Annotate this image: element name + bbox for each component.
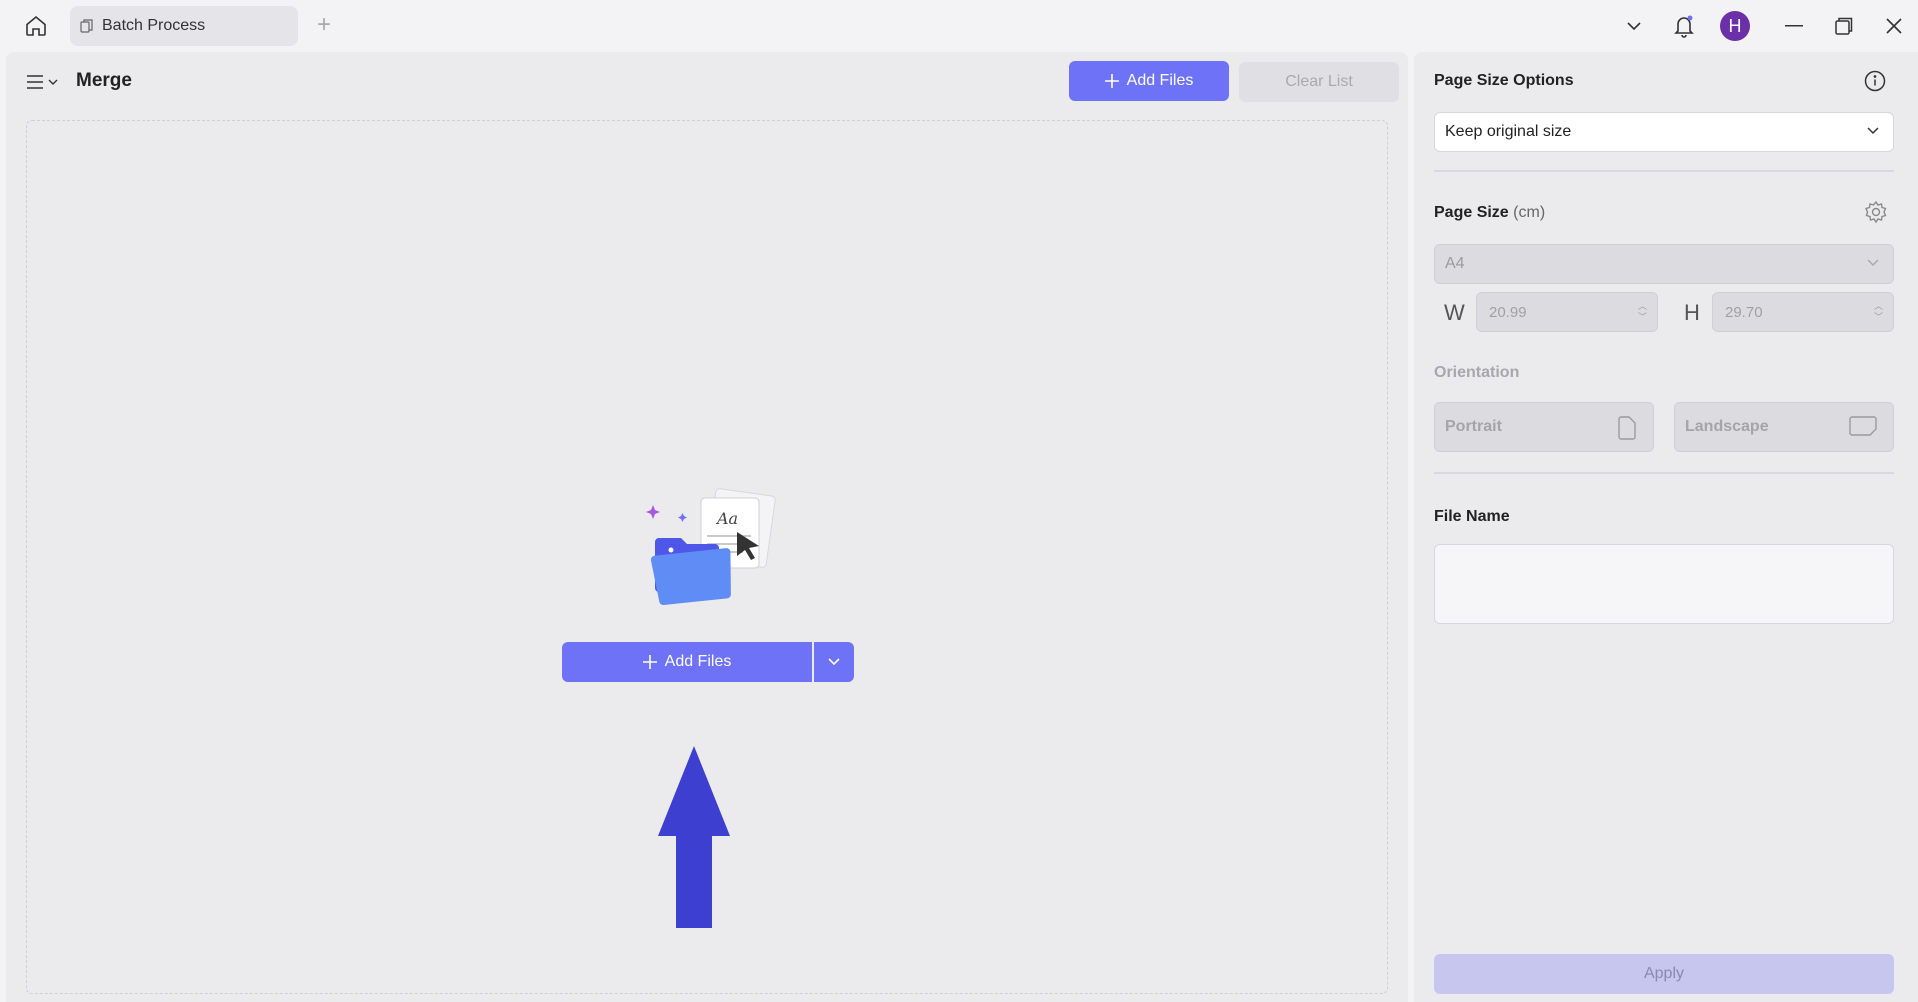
options-panel: Page Size Options Keep original size Pag…	[1414, 52, 1918, 1002]
add-files-split-button: Add Files	[562, 642, 854, 682]
page-size-label-text: Page Size	[1434, 204, 1509, 221]
menu-button[interactable]	[26, 70, 62, 94]
merge-header: Merge Add Files Clear List	[6, 52, 1408, 112]
height-stepper[interactable]: ︿ ﹀	[1874, 301, 1883, 323]
apply-label: Apply	[1643, 965, 1685, 982]
file-name-input[interactable]	[1434, 544, 1894, 624]
page-size-settings-button[interactable]	[1864, 200, 1890, 226]
add-files-label: Add Files	[1126, 72, 1194, 89]
center-add-files-label: Add Files	[664, 653, 732, 670]
info-icon	[1864, 70, 1886, 92]
minimize-button[interactable]	[1780, 12, 1808, 40]
chevron-down-icon	[1627, 22, 1641, 31]
annotation-arrow	[658, 746, 730, 928]
file-name-label: File Name	[1434, 508, 1510, 525]
clear-list-label: Clear List	[1285, 73, 1353, 90]
width-stepper[interactable]: ︿ ﹀	[1638, 301, 1647, 323]
apply-button[interactable]: Apply	[1434, 954, 1894, 994]
tab-label: Batch Process	[102, 17, 206, 34]
close-icon	[1886, 18, 1902, 34]
landscape-button[interactable]: Landscape	[1674, 402, 1894, 452]
close-button[interactable]	[1880, 12, 1908, 40]
center-add-files-button[interactable]: Add Files	[562, 642, 812, 682]
page-title: Merge	[76, 70, 132, 91]
divider	[1434, 472, 1894, 474]
width-letter: W	[1444, 300, 1465, 325]
drop-illustration: Aa	[641, 484, 791, 614]
avatar[interactable]: H	[1720, 11, 1750, 41]
svg-text:Aa: Aa	[715, 509, 738, 528]
folder-documents-illustration: Aa	[646, 488, 776, 606]
page-size-options-value: Keep original size	[1445, 123, 1572, 140]
page-size-label: Page Size (cm)	[1434, 204, 1545, 222]
page-size-select[interactable]: A4	[1434, 244, 1894, 284]
plus-icon	[1104, 74, 1119, 88]
new-tab-button[interactable]: +	[312, 13, 336, 38]
minimize-icon	[1785, 25, 1803, 27]
gear-icon	[1865, 200, 1887, 224]
clear-list-button[interactable]: Clear List	[1239, 62, 1399, 102]
home-button[interactable]	[20, 12, 52, 40]
portrait-page-icon	[1618, 416, 1636, 440]
landscape-label: Landscape	[1685, 418, 1769, 435]
add-files-dropdown-button[interactable]	[814, 642, 854, 682]
landscape-page-icon	[1849, 416, 1877, 436]
bell-icon	[1674, 15, 1694, 38]
notifications-button[interactable]	[1670, 12, 1698, 40]
orientation-label: Orientation	[1434, 364, 1520, 381]
portrait-button[interactable]: Portrait	[1434, 402, 1654, 452]
hamburger-icon	[27, 75, 43, 89]
title-bar: Batch Process + H	[0, 0, 1918, 52]
width-value: 20.99	[1489, 303, 1527, 321]
chevron-down-icon	[828, 658, 840, 666]
home-icon	[26, 15, 46, 36]
restore-button[interactable]	[1830, 12, 1858, 40]
info-button[interactable]	[1864, 70, 1888, 94]
chevron-down-icon	[1867, 127, 1879, 135]
chevron-down-icon	[48, 79, 58, 85]
portrait-label: Portrait	[1445, 418, 1502, 435]
plus-icon	[642, 655, 657, 669]
page-size-unit: (cm)	[1513, 204, 1546, 221]
page-size-value: A4	[1445, 255, 1465, 272]
add-files-button[interactable]: Add Files	[1069, 61, 1229, 101]
height-value: 29.70	[1725, 303, 1763, 321]
height-input[interactable]: 29.70 ︿ ﹀	[1712, 292, 1894, 332]
page-size-options-label: Page Size Options	[1434, 72, 1574, 89]
height-letter: H	[1684, 300, 1700, 325]
page-size-options-select[interactable]: Keep original size	[1434, 112, 1894, 152]
chevron-down-icon	[1867, 259, 1879, 267]
width-input[interactable]: 20.99 ︿ ﹀	[1476, 292, 1658, 332]
merge-panel: Merge Add Files Clear List Aa Drag and d…	[6, 52, 1408, 1002]
batch-icon	[80, 19, 93, 33]
restore-icon	[1835, 17, 1853, 35]
tab-batch-process[interactable]: Batch Process	[70, 6, 298, 46]
dropdown-menu-button[interactable]	[1620, 12, 1648, 40]
divider	[1434, 170, 1894, 172]
avatar-letter: H	[1728, 15, 1742, 36]
